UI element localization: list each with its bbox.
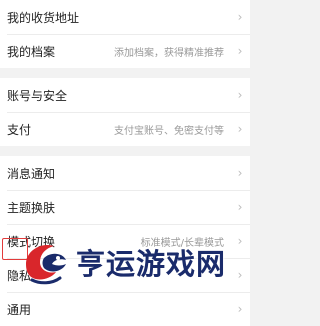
row-hint: 标准模式/长辈模式 — [140, 237, 224, 249]
chevron-right-icon: › — [237, 200, 243, 214]
row-notifications[interactable]: 消息通知 › — [0, 156, 250, 190]
settings-group-address: 我的收货地址 › 我的档案 添加档案，获得精准推荐 › — [0, 0, 250, 68]
chevron-right-icon: › — [237, 122, 243, 136]
row-label: 通用 — [7, 302, 32, 317]
settings-group-account: 账号与安全 › 支付 支付宝账号、免密支付等 › — [0, 78, 250, 146]
chevron-right-icon: › — [237, 166, 243, 180]
chevron-right-icon: › — [237, 44, 243, 58]
section-divider — [0, 68, 250, 78]
row-mode-switch[interactable]: 模式切换 标准模式/长辈模式 › — [0, 224, 250, 258]
chevron-right-icon: › — [237, 234, 243, 248]
row-label: 我的收货地址 — [7, 10, 80, 25]
chevron-right-icon: › — [237, 88, 243, 102]
row-payment[interactable]: 支付 支付宝账号、免密支付等 › — [0, 112, 250, 146]
row-hint: 添加档案，获得精准推荐 — [114, 47, 224, 59]
row-theme[interactable]: 主题换肤 › — [0, 190, 250, 224]
row-label: 支付 — [7, 122, 32, 137]
section-divider — [0, 146, 250, 156]
row-account-security[interactable]: 账号与安全 › — [0, 78, 250, 112]
row-label: 消息通知 — [7, 166, 56, 181]
row-privacy[interactable]: 隐私 › — [0, 258, 250, 292]
chevron-right-icon: › — [237, 302, 243, 316]
row-label: 我的档案 — [7, 44, 56, 59]
row-my-profile[interactable]: 我的档案 添加档案，获得精准推荐 › — [0, 34, 250, 68]
row-general[interactable]: 通用 › — [0, 292, 250, 326]
row-label: 账号与安全 — [7, 88, 68, 103]
privacy-highlight-box — [2, 238, 28, 260]
row-label: 主题换肤 — [7, 200, 56, 215]
row-hint: 支付宝账号、免密支付等 — [114, 125, 224, 137]
row-shipping-address[interactable]: 我的收货地址 › — [0, 0, 250, 34]
row-label: 隐私 — [7, 268, 32, 283]
chevron-right-icon: › — [237, 268, 243, 282]
settings-group-general: 消息通知 › 主题换肤 › 模式切换 标准模式/长辈模式 › 隐私 › 通用 › — [0, 156, 250, 326]
chevron-right-icon: › — [237, 10, 243, 24]
